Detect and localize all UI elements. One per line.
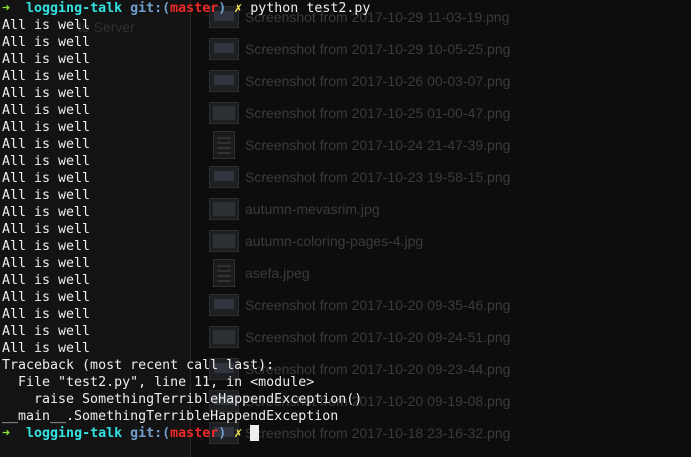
text-cursor[interactable] <box>250 425 260 441</box>
prompt-paren-open: ( <box>162 426 171 441</box>
traceback-line: File "test2.py", line 11, in <module> <box>2 375 315 390</box>
output-line: All is well <box>2 18 91 33</box>
prompt-directory: logging-talk <box>26 1 123 16</box>
output-line: All is well <box>2 273 91 288</box>
output-line: All is well <box>2 120 91 135</box>
prompt-arrow-icon: ➜ <box>2 426 11 441</box>
output-line: All is well <box>2 324 91 339</box>
prompt-paren-open: ( <box>162 1 171 16</box>
output-line: All is well <box>2 137 91 152</box>
prompt-git-label: git: <box>130 1 163 16</box>
output-line: All is well <box>2 256 91 271</box>
terminal-window[interactable]: ➜ logging-talk git:(master) ✗ python tes… <box>0 0 691 457</box>
output-line: All is well <box>2 52 91 67</box>
output-line: All is well <box>2 307 91 322</box>
command-text: python test2.py <box>250 1 371 16</box>
prompt-branch: master <box>170 1 219 16</box>
dirty-marker-icon: ✗ <box>234 1 243 16</box>
command-prompt-line: ➜ logging-talk git:(master) ✗ python tes… <box>2 0 370 17</box>
output-line: All is well <box>2 188 91 203</box>
prompt-git-label: git: <box>130 426 163 441</box>
output-line: All is well <box>2 103 91 118</box>
desktop-screen: to Server Screenshot from 2017-10-29 11-… <box>0 0 691 457</box>
output-line: All is well <box>2 222 91 237</box>
output-line: All is well <box>2 154 91 169</box>
prompt-paren-close: ) <box>218 426 227 441</box>
output-line: All is well <box>2 35 91 50</box>
active-prompt-line[interactable]: ➜ logging-talk git:(master) ✗ <box>2 425 260 442</box>
output-line: All is well <box>2 69 91 84</box>
output-line: All is well <box>2 171 91 186</box>
prompt-branch: master <box>170 426 219 441</box>
output-line: All is well <box>2 341 91 356</box>
output-line: All is well <box>2 239 91 254</box>
prompt-directory: logging-talk <box>26 426 123 441</box>
traceback-line: raise SomethingTerribleHappendException(… <box>2 392 363 407</box>
output-line: All is well <box>2 290 91 305</box>
traceback-line: Traceback (most recent call last): <box>2 358 275 373</box>
dirty-marker-icon: ✗ <box>234 426 243 441</box>
output-line: All is well <box>2 86 91 101</box>
output-line: All is well <box>2 205 91 220</box>
prompt-paren-close: ) <box>218 1 227 16</box>
traceback-line: __main__.SomethingTerribleHappendExcepti… <box>2 409 339 424</box>
prompt-arrow-icon: ➜ <box>2 1 11 16</box>
